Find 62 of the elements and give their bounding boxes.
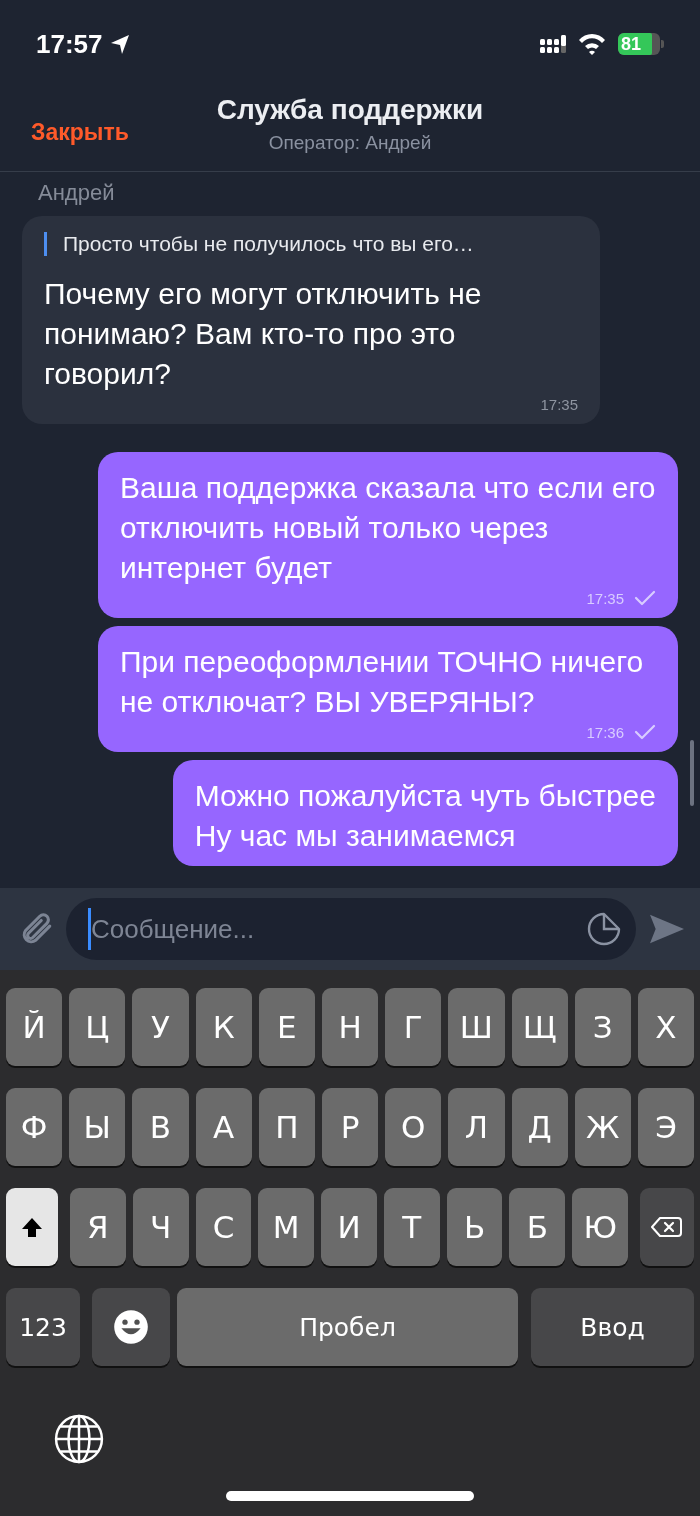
letter-key[interactable]: Л <box>448 1088 505 1166</box>
battery-level: 81 <box>618 33 652 55</box>
sender-name: Андрей <box>38 180 116 206</box>
letter-key[interactable]: Т <box>383 1188 440 1266</box>
letter-key[interactable]: Ю <box>572 1188 629 1266</box>
globe-icon[interactable] <box>54 1414 104 1464</box>
letter-key[interactable]: Б <box>509 1188 566 1266</box>
letter-key[interactable]: Ь <box>446 1188 503 1266</box>
signal-icon <box>540 35 566 53</box>
close-button[interactable]: Закрыть <box>31 115 129 150</box>
letter-key[interactable]: Й <box>6 988 63 1066</box>
space-key[interactable]: Пробел <box>177 1288 518 1366</box>
emoji-key[interactable] <box>92 1288 170 1366</box>
message-time: 17:36 <box>586 723 624 741</box>
letter-key[interactable]: Ш <box>448 988 505 1066</box>
letter-key[interactable]: В <box>132 1088 189 1166</box>
message-text: Можно пожалуйста чуть быстрее Ну час мы занимаемся <box>194 778 656 854</box>
message-time: 17:35 <box>540 395 578 413</box>
letter-key[interactable]: Н <box>321 988 379 1066</box>
send-icon[interactable] <box>648 912 686 946</box>
letter-key[interactable]: Щ <box>511 988 568 1066</box>
clock-time: 17:57 <box>36 28 103 60</box>
letter-key[interactable]: Ч <box>132 1188 189 1266</box>
letter-key[interactable]: Д <box>511 1088 568 1166</box>
letter-key[interactable]: Э <box>637 1088 695 1166</box>
return-key[interactable]: Ввод <box>531 1288 694 1366</box>
scrollbar <box>690 740 694 806</box>
message-text: Ваша поддержка сказала что если его отключить новый только через интернет будет <box>120 470 656 586</box>
operator-subtitle: Оператор: Андрей <box>268 132 432 154</box>
letter-key[interactable]: У <box>132 988 189 1066</box>
letter-key[interactable]: Ы <box>69 1088 126 1166</box>
letter-key[interactable]: П <box>258 1088 315 1166</box>
smiley-icon <box>113 1309 149 1345</box>
sticker-icon[interactable] <box>586 911 622 947</box>
paperclip-icon[interactable] <box>20 913 54 945</box>
letter-key[interactable]: О <box>385 1088 442 1166</box>
letter-key[interactable]: Ц <box>69 988 126 1066</box>
backspace-icon <box>651 1215 684 1239</box>
letter-key[interactable]: Р <box>321 1088 379 1166</box>
chat-title: Служба поддержки <box>216 94 484 126</box>
letter-key[interactable]: Е <box>258 988 315 1066</box>
wifi-icon <box>578 33 606 55</box>
letter-key[interactable]: Я <box>70 1188 126 1266</box>
message-time: 17:35 <box>586 589 624 607</box>
letter-key[interactable]: К <box>195 988 252 1066</box>
letter-key[interactable]: И <box>321 1188 377 1266</box>
numbers-key[interactable]: 123 <box>6 1288 80 1366</box>
letter-key[interactable]: З <box>574 988 631 1066</box>
text-cursor <box>88 908 91 950</box>
letter-key[interactable]: Ф <box>6 1088 63 1166</box>
shift-key[interactable] <box>6 1188 58 1266</box>
backspace-key[interactable] <box>640 1188 695 1266</box>
letter-key[interactable]: М <box>258 1188 315 1266</box>
letter-key[interactable]: С <box>195 1188 252 1266</box>
letter-key[interactable]: Х <box>637 988 695 1066</box>
letter-key[interactable]: Ж <box>574 1088 631 1166</box>
letter-key[interactable]: А <box>195 1088 252 1166</box>
message-field[interactable]: Сообщение... <box>66 898 636 960</box>
message-text: Почему его могут отключить не понимаю? Вам кто-то про это говорил? <box>44 276 483 392</box>
message-text: При переоформлении ТОЧНО ничего не отключат? ВЫ УВЕРЯНЫ? <box>120 644 645 720</box>
quoted-message[interactable]: Просто чтобы не получилось что вы его… <box>44 232 578 256</box>
letter-key[interactable]: Г <box>385 988 442 1066</box>
